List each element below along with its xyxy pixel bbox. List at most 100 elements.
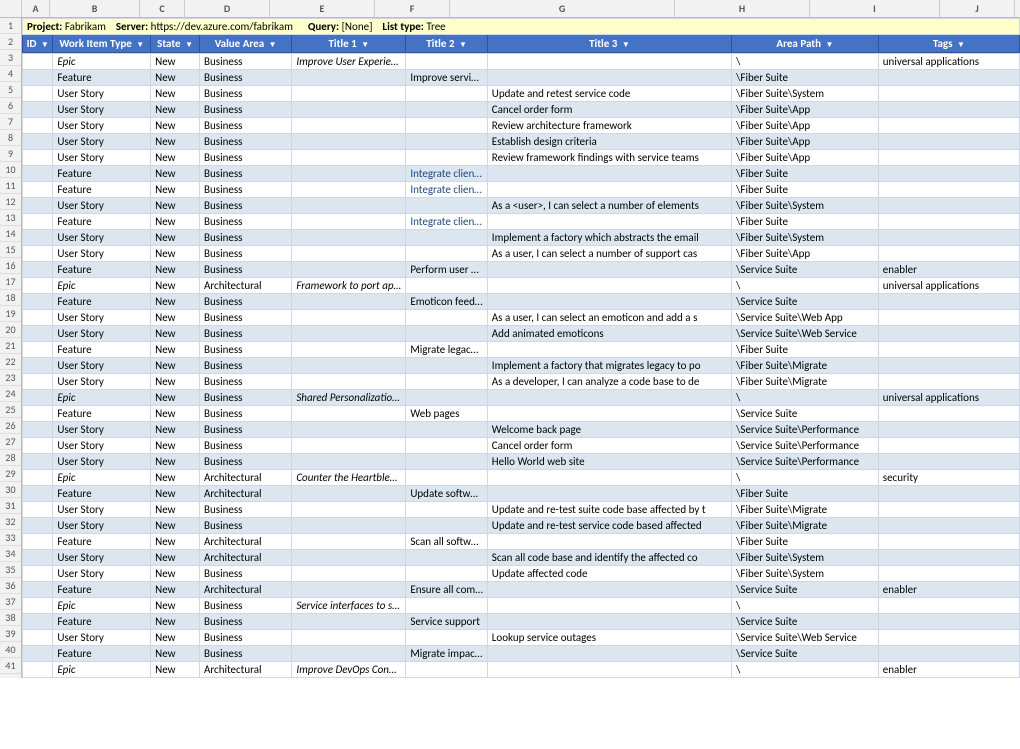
table-cell — [292, 630, 406, 646]
table-row: User StoryNewBusinessAdd animated emotic… — [23, 326, 1020, 342]
table-cell: Emoticon feedback enabled in client appl… — [406, 294, 487, 310]
table-cell: User Story — [53, 198, 151, 214]
table-cell: User Story — [53, 118, 151, 134]
table-cell: Business — [200, 630, 292, 646]
row-num-24: 24 — [0, 386, 21, 402]
table-cell — [878, 518, 1019, 534]
table-row: FeatureNewBusinessIntegrate client appli… — [23, 214, 1020, 230]
table-cell: User Story — [53, 422, 151, 438]
table-cell — [406, 54, 487, 70]
table-cell: Business — [200, 54, 292, 70]
row-num-41: 41 — [0, 658, 21, 674]
th-workitemtype[interactable]: Work Item Type ▼ — [53, 35, 151, 53]
table-cell — [487, 646, 731, 662]
table-cell — [292, 118, 406, 134]
row-num-6: 6 — [0, 98, 21, 114]
table-cell: Web pages — [406, 406, 487, 422]
table-cell — [406, 150, 487, 166]
table-row: User StoryNewBusinessImplement a factory… — [23, 230, 1020, 246]
table-cell: New — [151, 486, 200, 502]
filter-arrow-type: ▼ — [136, 40, 144, 50]
table-cell — [292, 646, 406, 662]
table-cell — [878, 502, 1019, 518]
table-cell — [878, 646, 1019, 662]
table-cell — [878, 86, 1019, 102]
table-cell — [23, 134, 53, 150]
th-state[interactable]: State ▼ — [151, 35, 200, 53]
table-cell: Business — [200, 214, 292, 230]
table-cell — [406, 502, 487, 518]
table-row: FeatureNewBusinessMigrate impact of low … — [23, 646, 1020, 662]
table-cell: Business — [200, 454, 292, 470]
table-cell: Epic — [53, 278, 151, 294]
table-cell: Improve DevOps Continuous Pipeline Deliv… — [292, 662, 406, 678]
table-cell — [23, 342, 53, 358]
table-cell — [878, 182, 1019, 198]
th-valuearea[interactable]: Value Area ▼ — [200, 35, 292, 53]
table-cell: Architectural — [200, 550, 292, 566]
table-cell: \Service Suite — [732, 582, 879, 598]
table-cell — [23, 582, 53, 598]
col-letter-f: F — [375, 0, 450, 17]
table-cell — [292, 342, 406, 358]
table-cell — [23, 166, 53, 182]
table-cell: Implement a factory which abstracts the … — [487, 230, 731, 246]
table-cell: Business — [200, 118, 292, 134]
col-letter-j: J — [940, 0, 1015, 17]
table-cell: Integrate client application with popula… — [406, 214, 487, 230]
table-cell: New — [151, 550, 200, 566]
table-cell: Feature — [53, 262, 151, 278]
table-row: User StoryNewBusinessAs a user, I can se… — [23, 246, 1020, 262]
row-num-27: 27 — [0, 434, 21, 450]
th-title3[interactable]: Title 3 ▼ — [487, 35, 731, 53]
table-cell: New — [151, 326, 200, 342]
table-cell: \Fiber Suite — [732, 166, 879, 182]
table-cell: New — [151, 118, 200, 134]
table-cell: Review architecture framework — [487, 118, 731, 134]
table-cell — [406, 630, 487, 646]
table-cell: New — [151, 390, 200, 406]
table-cell: \Fiber Suite\App — [732, 150, 879, 166]
table-row: FeatureNewBusinessIntegrate client appli… — [23, 182, 1020, 198]
table-cell — [487, 278, 731, 294]
query-label: Query: — [308, 20, 339, 33]
table-cell: Feature — [53, 646, 151, 662]
table-cell — [23, 294, 53, 310]
row-num-19: 19 — [0, 306, 21, 322]
table-cell: Feature — [53, 166, 151, 182]
table-cell — [292, 134, 406, 150]
table-cell — [292, 486, 406, 502]
table-cell — [23, 422, 53, 438]
table-cell — [292, 582, 406, 598]
table-cell — [23, 486, 53, 502]
table-cell: New — [151, 566, 200, 582]
row-num-21: 21 — [0, 338, 21, 354]
table-cell: New — [151, 86, 200, 102]
table-cell — [292, 166, 406, 182]
table-cell: \Service Suite\Performance — [732, 422, 879, 438]
table-cell: User Story — [53, 134, 151, 150]
th-tags[interactable]: Tags ▼ — [878, 35, 1019, 53]
table-row: FeatureNewBusinessService support\Servic… — [23, 614, 1020, 630]
table-cell: \ — [732, 470, 879, 486]
table-cell: \Service Suite — [732, 406, 879, 422]
table-cell — [23, 630, 53, 646]
th-areapath[interactable]: Area Path ▼ — [732, 35, 879, 53]
filter-arrow-id: ▼ — [41, 40, 49, 50]
table-cell: Business — [200, 406, 292, 422]
table-cell: universal applications — [878, 278, 1019, 294]
table-cell — [878, 294, 1019, 310]
table-cell: Hello World web site — [487, 454, 731, 470]
row-num-2: 2 — [0, 34, 21, 50]
table-cell — [23, 390, 53, 406]
th-title1[interactable]: Title 1 ▼ — [292, 35, 406, 53]
table-cell — [406, 390, 487, 406]
table-row: User StoryNewArchitecturalScan all code … — [23, 550, 1020, 566]
th-title2[interactable]: Title 2 ▼ — [406, 35, 487, 53]
table-cell: Business — [200, 166, 292, 182]
table-cell — [406, 374, 487, 390]
table-cell: New — [151, 406, 200, 422]
table-cell: Epic — [53, 390, 151, 406]
th-id[interactable]: ID ▼ — [23, 35, 53, 53]
table-cell — [487, 342, 731, 358]
